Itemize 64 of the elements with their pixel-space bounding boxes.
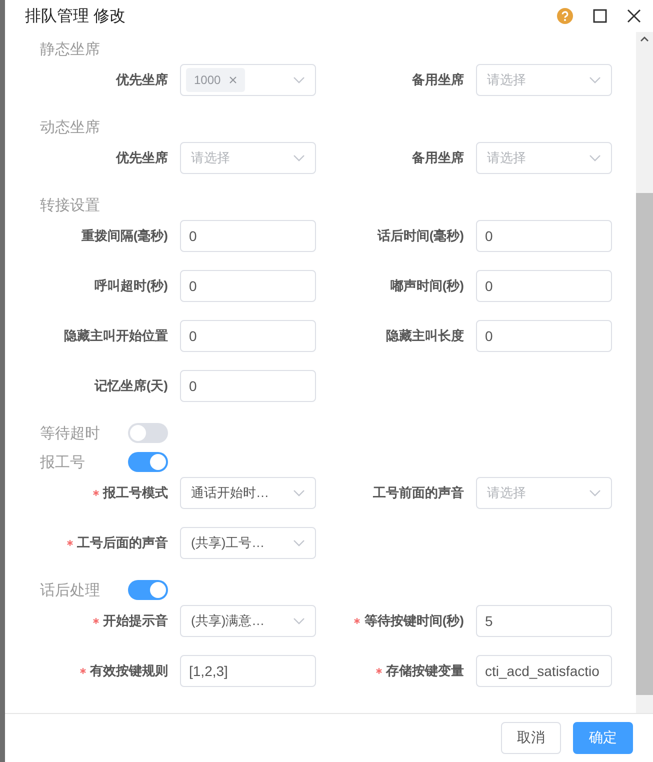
chevron-down-icon bbox=[589, 489, 601, 497]
required-icon bbox=[93, 618, 99, 624]
input-field[interactable]: 0 bbox=[180, 270, 316, 302]
field-label: 话后时间(毫秒) bbox=[377, 227, 464, 245]
required-icon bbox=[67, 540, 73, 546]
input-field[interactable]: 0 bbox=[180, 320, 316, 352]
tag-label: 1000 bbox=[194, 73, 221, 87]
field-label: 嘟声时间(秒) bbox=[390, 277, 464, 295]
help-icon[interactable] bbox=[557, 8, 573, 24]
scroll-up-icon[interactable] bbox=[640, 36, 649, 42]
field-label: 隐藏主叫长度 bbox=[386, 327, 464, 345]
chevron-down-icon bbox=[589, 154, 601, 162]
section-title: 等待超时 bbox=[40, 424, 101, 442]
field-label: 等待按键时间(秒) bbox=[364, 612, 464, 630]
field-label: 备用坐席 bbox=[412, 71, 464, 89]
select-field[interactable]: (共享)满意… bbox=[180, 605, 316, 637]
required-icon bbox=[93, 490, 99, 496]
input-field[interactable]: cti_acd_satisfactio bbox=[476, 655, 612, 687]
close-icon[interactable] bbox=[627, 9, 641, 23]
section-title: 动态坐席 bbox=[40, 118, 101, 136]
field-label: 工号前面的声音 bbox=[373, 484, 464, 502]
section-title: 话后处理 bbox=[40, 580, 101, 600]
select-field[interactable]: 通话开始时… bbox=[180, 477, 316, 509]
chevron-down-icon bbox=[589, 76, 601, 84]
required-icon bbox=[354, 618, 360, 624]
select-field[interactable]: (共享)工号… bbox=[180, 527, 316, 559]
field-label: 记忆坐席(天) bbox=[94, 377, 168, 395]
required-icon bbox=[376, 668, 382, 674]
input-field[interactable]: 0 bbox=[476, 220, 612, 252]
chevron-down-icon bbox=[293, 617, 305, 625]
maximize-icon[interactable] bbox=[593, 9, 607, 23]
cancel-button[interactable]: 取消 bbox=[501, 722, 561, 754]
field-label: 工号后面的声音 bbox=[77, 534, 168, 552]
field-label: 优先坐席 bbox=[116, 71, 168, 89]
field-label: 优先坐席 bbox=[116, 149, 168, 167]
field-label: 存储按键变量 bbox=[386, 662, 464, 680]
input-field[interactable]: 0 bbox=[476, 320, 612, 352]
section-title: 静态坐席 bbox=[40, 40, 101, 58]
toggle-switch[interactable] bbox=[128, 452, 168, 472]
required-icon bbox=[80, 668, 86, 674]
field-label: 隐藏主叫开始位置 bbox=[64, 327, 168, 345]
chevron-down-icon bbox=[293, 154, 305, 162]
chevron-down-icon bbox=[293, 489, 305, 497]
chevron-down-icon bbox=[293, 539, 305, 547]
section-title: 报工号 bbox=[40, 452, 86, 472]
input-field[interactable]: 5 bbox=[476, 605, 612, 637]
toggle-switch[interactable] bbox=[128, 423, 168, 443]
scrollbar[interactable] bbox=[636, 32, 653, 713]
field-label: 呼叫超时(秒) bbox=[94, 277, 168, 295]
toggle-switch[interactable] bbox=[128, 580, 168, 600]
field-label: 开始提示音 bbox=[103, 612, 168, 630]
remove-icon[interactable] bbox=[228, 76, 237, 84]
input-field[interactable]: 0 bbox=[180, 370, 316, 402]
field-label: 有效按键规则 bbox=[90, 662, 168, 680]
field-label: 备用坐席 bbox=[412, 149, 464, 167]
chevron-down-icon bbox=[293, 76, 305, 84]
input-field[interactable]: 0 bbox=[180, 220, 316, 252]
input-field[interactable]: [1,2,3] bbox=[180, 655, 316, 687]
dialog-title: 排队管理 修改 bbox=[25, 6, 126, 26]
scrollbar-thumb[interactable] bbox=[636, 193, 653, 695]
section-title: 转接设置 bbox=[40, 196, 101, 214]
field-label: 报工号模式 bbox=[103, 484, 168, 502]
field-label: 重拨间隔(毫秒) bbox=[81, 227, 168, 245]
input-field[interactable]: 0 bbox=[476, 270, 612, 302]
